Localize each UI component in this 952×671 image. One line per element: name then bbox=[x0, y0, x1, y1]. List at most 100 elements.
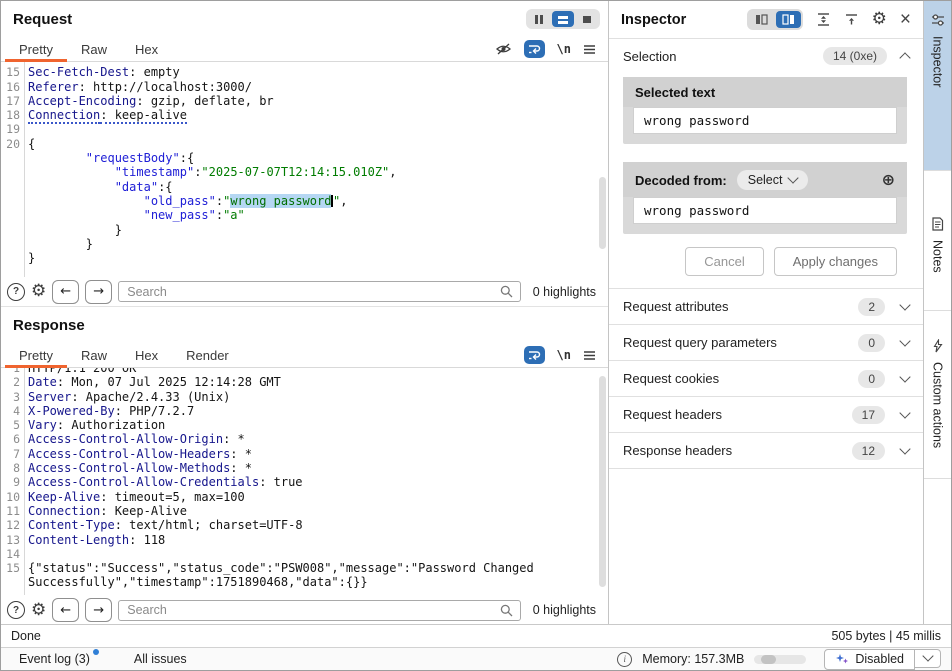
response-header: Response bbox=[1, 307, 608, 343]
code-line: 6Access-Control-Allow-Origin: * bbox=[1, 432, 608, 446]
selection-section-header[interactable]: Selection 14 (0xe) bbox=[609, 39, 923, 73]
all-issues-button[interactable]: All issues bbox=[134, 652, 187, 666]
wrap-lines-icon[interactable] bbox=[524, 40, 545, 58]
layout-single-icon bbox=[581, 14, 593, 25]
section-label: Response headers bbox=[623, 443, 836, 458]
inspector-view-toggle bbox=[747, 9, 803, 30]
add-decoding-icon[interactable]: ⊕ bbox=[882, 172, 895, 188]
status-text: Done bbox=[11, 629, 41, 643]
footer-right: i Memory: 157.3MB Disabled bbox=[617, 649, 941, 670]
request-scrollbar[interactable] bbox=[599, 177, 606, 249]
request-search-bar: ? ⚙ ← → 0 highlights bbox=[1, 277, 608, 307]
code-line: 18Connection: keep-alive bbox=[1, 108, 608, 122]
inspector-section-row[interactable]: Request cookies0 bbox=[609, 361, 923, 397]
inspector-section-row[interactable]: Request headers17 bbox=[609, 397, 923, 433]
section-label: Request query parameters bbox=[623, 335, 842, 350]
expand-all-icon[interactable] bbox=[816, 12, 831, 27]
search-icon bbox=[500, 604, 513, 617]
tab-response-pretty[interactable]: Pretty bbox=[5, 343, 67, 367]
newline-icon[interactable]: \n bbox=[557, 42, 571, 56]
layout-columns-icon bbox=[533, 14, 545, 25]
menu-icon[interactable] bbox=[583, 44, 596, 55]
help-icon[interactable]: ? bbox=[7, 283, 25, 301]
side-tab-custom-actions[interactable]: Custom actions bbox=[924, 311, 951, 479]
cancel-button[interactable]: Cancel bbox=[685, 247, 763, 276]
tab-request-pretty[interactable]: Pretty bbox=[5, 37, 67, 61]
section-label: Request cookies bbox=[623, 371, 842, 386]
layout-columns-button[interactable] bbox=[528, 11, 550, 27]
inspector-panel: Inspector ⚙ × S bbox=[609, 1, 924, 624]
chevron-up-icon[interactable] bbox=[899, 52, 910, 63]
burp-ai-dropdown[interactable] bbox=[915, 649, 941, 668]
code-line: 5Vary: Authorization bbox=[1, 418, 608, 432]
wrap-lines-icon[interactable] bbox=[524, 346, 545, 364]
layout-single-button[interactable] bbox=[576, 11, 598, 27]
response-search-input[interactable] bbox=[118, 600, 521, 621]
prev-match-button[interactable]: ← bbox=[52, 598, 79, 622]
next-match-button[interactable]: → bbox=[85, 598, 112, 622]
response-scrollbar[interactable] bbox=[599, 376, 606, 587]
main-area: Request Pretty Raw Hex bbox=[1, 1, 951, 624]
close-icon[interactable]: × bbox=[900, 10, 911, 29]
code-line: 11Connection: Keep-Alive bbox=[1, 504, 608, 518]
panel-expanded-button[interactable] bbox=[776, 11, 801, 28]
chevron-down-icon bbox=[899, 335, 910, 346]
memory-gauge-fill bbox=[761, 655, 776, 664]
code-line: } bbox=[1, 251, 608, 265]
selected-text-panel: Selected text wrong password bbox=[623, 77, 907, 144]
burp-ai-button[interactable]: Disabled bbox=[824, 649, 915, 670]
inspector-section-row[interactable]: Request query parameters0 bbox=[609, 325, 923, 361]
selection-label: Selection bbox=[623, 49, 676, 64]
next-match-button[interactable]: → bbox=[85, 280, 112, 304]
chevron-down-icon bbox=[899, 299, 910, 310]
decoded-text-value[interactable]: wrong password bbox=[633, 197, 897, 224]
layout-rows-button[interactable] bbox=[552, 11, 574, 27]
message-editor-panel: Request Pretty Raw Hex bbox=[1, 1, 609, 624]
inspector-settings-icon[interactable]: ⚙ bbox=[872, 11, 887, 28]
notes-icon bbox=[931, 217, 944, 231]
tab-response-raw[interactable]: Raw bbox=[67, 343, 121, 367]
decoded-from-select[interactable]: Select bbox=[737, 170, 809, 190]
panel-compact-button[interactable] bbox=[749, 11, 774, 28]
tab-request-hex[interactable]: Hex bbox=[121, 37, 172, 61]
tab-response-hex[interactable]: Hex bbox=[121, 343, 172, 367]
apply-changes-button[interactable]: Apply changes bbox=[774, 247, 897, 276]
selected-text-value[interactable]: wrong password bbox=[633, 107, 897, 134]
tab-response-render[interactable]: Render bbox=[172, 343, 243, 367]
tab-request-raw[interactable]: Raw bbox=[67, 37, 121, 61]
code-line: 14 bbox=[1, 547, 608, 561]
info-icon[interactable]: i bbox=[617, 652, 632, 667]
response-search-wrap bbox=[118, 600, 521, 621]
status-bar: Done 505 bytes | 45 millis bbox=[1, 624, 951, 647]
prev-match-button[interactable]: ← bbox=[52, 280, 79, 304]
response-code: 1HTTP/1.1 200 OK2Date: Mon, 07 Jul 2025 … bbox=[1, 368, 608, 590]
search-settings-icon[interactable]: ⚙ bbox=[31, 283, 46, 300]
sparkles-icon bbox=[835, 652, 849, 666]
inspector-header: Inspector ⚙ × bbox=[609, 1, 923, 39]
inspector-section-row[interactable]: Response headers 12 bbox=[609, 433, 923, 469]
request-search-input[interactable] bbox=[118, 281, 521, 302]
side-tab-strip: Inspector Notes Custom actions bbox=[924, 1, 951, 624]
gutter-divider bbox=[24, 368, 25, 595]
response-editor[interactable]: 1HTTP/1.1 200 OK2Date: Mon, 07 Jul 2025 … bbox=[1, 368, 608, 595]
event-log-dot bbox=[93, 649, 99, 655]
eye-hidden-icon[interactable] bbox=[495, 42, 512, 56]
panel-expanded-icon bbox=[782, 14, 795, 25]
help-icon[interactable]: ? bbox=[7, 601, 25, 619]
collapse-all-icon[interactable] bbox=[844, 12, 859, 27]
menu-icon[interactable] bbox=[583, 350, 596, 361]
newline-icon[interactable]: \n bbox=[557, 348, 571, 362]
side-tab-inspector[interactable]: Inspector bbox=[924, 1, 951, 171]
side-tab-label: Inspector bbox=[931, 36, 945, 87]
decoded-from-panel: Decoded from: Select ⊕ wrong password bbox=[623, 162, 907, 234]
side-tab-notes[interactable]: Notes bbox=[924, 171, 951, 311]
section-count-badge: 17 bbox=[852, 406, 885, 424]
chevron-down-icon bbox=[899, 407, 910, 418]
request-editor[interactable]: 1415Sec-Fetch-Dest: empty16Referer: http… bbox=[1, 62, 608, 277]
event-log-button[interactable]: Event log (3) bbox=[19, 652, 90, 666]
inspector-section-row[interactable]: Request attributes2 bbox=[609, 289, 923, 325]
selected-text-label: Selected text bbox=[623, 77, 907, 107]
search-settings-icon[interactable]: ⚙ bbox=[31, 602, 46, 619]
layout-toggle bbox=[526, 9, 600, 29]
section-count-badge: 12 bbox=[852, 442, 885, 460]
